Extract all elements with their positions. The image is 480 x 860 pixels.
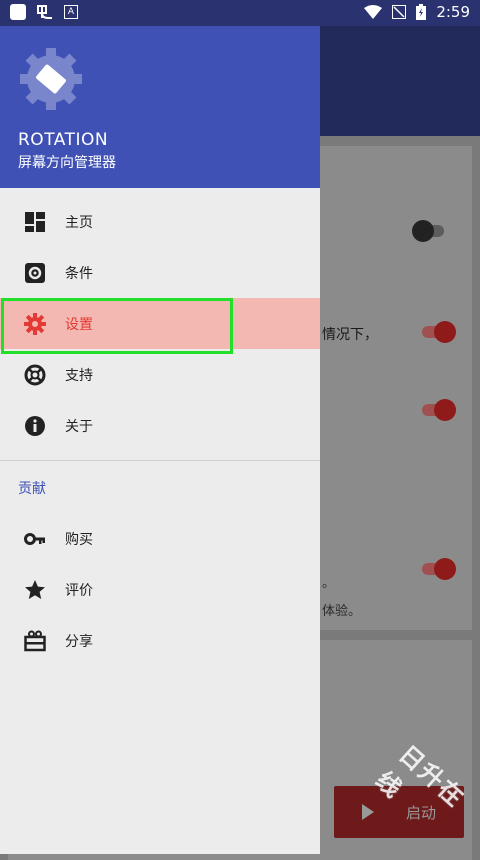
drawer-item-home[interactable]: 主页	[0, 196, 320, 247]
app-title: ROTATION	[18, 130, 109, 150]
drawer-item-about[interactable]: 关于	[0, 400, 320, 451]
a-notification-icon: A	[64, 5, 78, 19]
status-bar: A 2:59	[0, 0, 480, 26]
drawer-header: ROTATION 屏幕方向管理器	[0, 26, 320, 188]
wifi-icon	[364, 5, 383, 19]
background-text: 体验。	[322, 604, 362, 619]
notification-app-icon	[37, 5, 52, 19]
no-signal-icon	[392, 5, 407, 19]
notification-square-icon	[10, 4, 26, 20]
battery-charging-icon	[416, 4, 427, 20]
rotation-app-logo-icon	[20, 48, 82, 110]
lifebuoy-icon	[24, 364, 46, 386]
drawer-item-label: 购买	[65, 531, 93, 548]
info-icon	[25, 416, 45, 436]
background-toggle-off	[412, 220, 444, 242]
key-icon	[24, 533, 45, 545]
background-text: 。	[322, 576, 336, 591]
dashboard-icon	[25, 212, 45, 232]
drawer-item-buy[interactable]: 购买	[0, 513, 320, 564]
drawer-item-rate[interactable]: 评价	[0, 564, 320, 615]
drawer-item-label: 关于	[65, 418, 93, 435]
drawer-item-label: 支持	[65, 367, 93, 384]
contribute-section-title: 贡献	[18, 481, 46, 497]
conditions-icon	[25, 263, 45, 283]
play-icon	[362, 804, 374, 820]
selection-highlight-box	[1, 298, 233, 354]
status-time: 2:59	[436, 3, 470, 21]
background-toggle-on	[422, 558, 456, 580]
drawer-divider	[0, 460, 320, 461]
drawer-item-conditions[interactable]: 条件	[0, 247, 320, 298]
drawer-item-share[interactable]: 分享	[0, 615, 320, 666]
drawer-item-support[interactable]: 支持	[0, 349, 320, 400]
drawer-item-label: 评价	[65, 582, 93, 599]
gift-share-icon	[24, 630, 46, 652]
app-subtitle: 屏幕方向管理器	[18, 155, 116, 171]
background-toggle-on	[422, 399, 456, 421]
drawer-item-label: 分享	[65, 633, 93, 650]
background-toggle-on	[422, 321, 456, 343]
background-text: 情况下，	[322, 327, 378, 343]
navigation-drawer: ROTATION 屏幕方向管理器 主页 条件 设置 支持 关于 贡献 购买 评价…	[0, 26, 320, 854]
drawer-item-label: 主页	[65, 214, 93, 231]
star-icon	[25, 580, 45, 599]
drawer-item-label: 条件	[65, 265, 93, 282]
